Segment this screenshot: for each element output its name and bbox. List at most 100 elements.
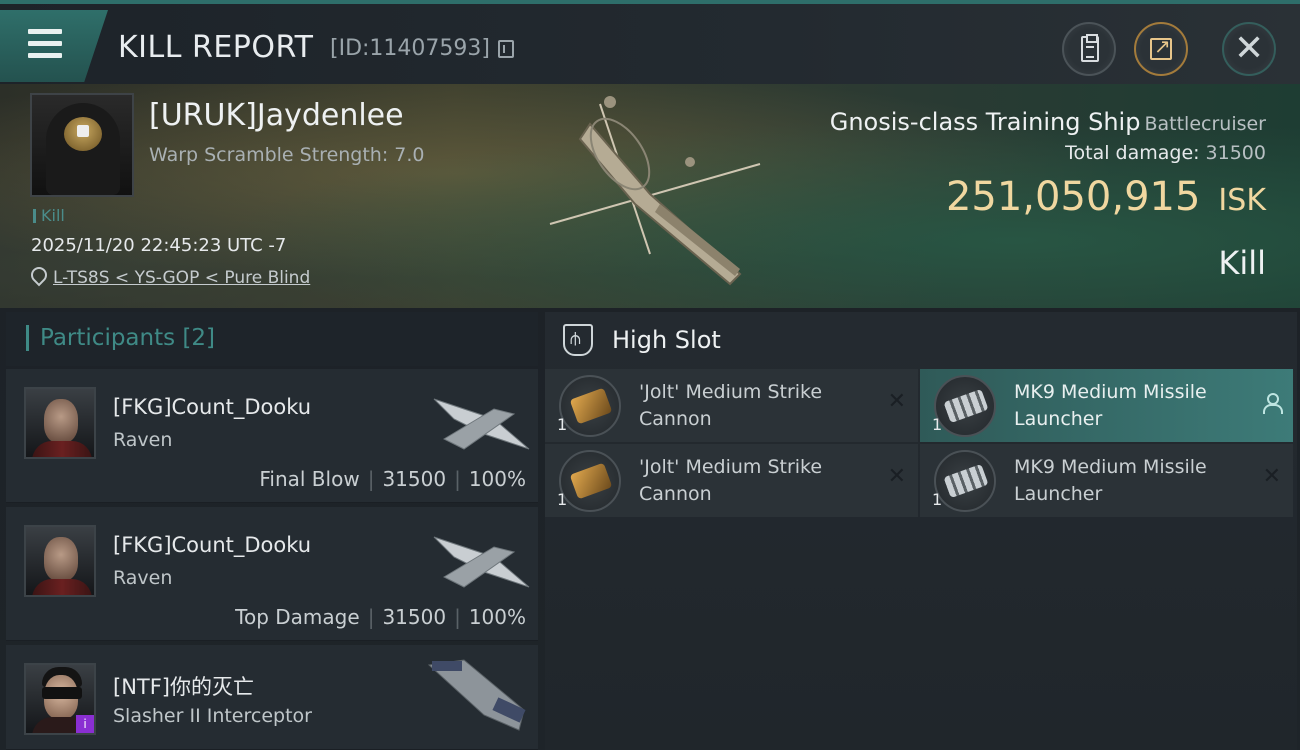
kill-report-screen: KILL REPORT [ID:11407593] ✕ [URUK]Jayden…	[0, 0, 1300, 750]
participant-percent: 100%	[468, 467, 526, 491]
victim-name[interactable]: [URUK]Jaydenlee	[149, 98, 404, 133]
participant-role: Top Damage	[235, 605, 360, 629]
total-damage: Total damage: 31500	[1065, 142, 1266, 164]
portrait-eye	[77, 125, 89, 137]
launcher-shape	[943, 388, 989, 424]
participant-row[interactable]: [FKG]Count_Dooku Raven Final Blow | 31500 |…	[6, 369, 538, 503]
victim-banner: [URUK]Jaydenlee Warp Scramble Strength: …	[0, 84, 1300, 308]
high-slot-header: High Slot	[545, 312, 1297, 368]
avatar	[24, 387, 96, 459]
cannon-icon	[559, 375, 621, 437]
participant-percent: 100%	[468, 605, 526, 629]
module-quantity: 1	[932, 490, 943, 509]
total-damage-label: Total damage:	[1065, 142, 1200, 164]
high-slot-icon	[563, 324, 593, 356]
module-name: MK9 Medium Missile Launcher	[1014, 456, 1207, 505]
participants-title-text: Participants	[40, 325, 176, 351]
avatar-face	[44, 537, 78, 581]
clipboard-icon	[1081, 34, 1099, 62]
participant-stats: Top Damage | 31500 | 100%	[235, 605, 526, 629]
victim-ship-image[interactable]	[540, 84, 780, 308]
avatar-collar	[32, 579, 92, 595]
total-damage-value: 31500	[1205, 142, 1266, 164]
participant-ship-image	[433, 536, 530, 588]
menu-button[interactable]	[0, 10, 108, 82]
participant-ship: Slasher II Interceptor	[113, 705, 312, 727]
cannon-shape	[569, 387, 613, 425]
stats-divider: |	[454, 467, 461, 491]
participant-stats: Final Blow | 31500 | 100%	[259, 467, 526, 491]
missile-launcher-icon	[934, 450, 996, 512]
participant-name: [FKG]Count_Dooku	[113, 533, 312, 557]
isk-value: 251,050,915 ISK	[946, 174, 1266, 220]
avatar-collar	[32, 441, 92, 457]
stats-divider: |	[367, 605, 375, 629]
info-badge: i	[76, 715, 94, 733]
high-slot-title: High Slot	[612, 326, 721, 354]
module-quantity: 1	[557, 490, 568, 509]
report-id: [ID:11407593]	[330, 36, 490, 61]
top-bar: KILL REPORT [ID:11407593] ✕	[0, 0, 1300, 84]
participants-accent	[26, 325, 29, 351]
participant-damage: 31500	[382, 605, 447, 629]
module-item[interactable]: 1 MK9 Medium Missile Launcher ✕	[920, 444, 1293, 517]
close-button[interactable]: ✕	[1222, 22, 1276, 76]
destroyed-icon: ✕	[1262, 464, 1281, 489]
launcher-shape	[943, 463, 989, 499]
high-slot-panel: High Slot 1 'Jolt' Medium Strike Cannon …	[545, 312, 1297, 750]
clipboard-button[interactable]	[1062, 22, 1116, 76]
avatar-visor	[42, 687, 82, 699]
share-button[interactable]	[1134, 22, 1188, 76]
victim-ship-name[interactable]: Gnosis-class Training Ship Battlecruiser	[830, 108, 1266, 136]
page-title: KILL REPORT	[118, 30, 314, 65]
isk-amount: 251,050,915	[945, 174, 1201, 220]
ship-class: Battlecruiser	[1144, 113, 1266, 135]
cannon-icon	[559, 450, 621, 512]
module-quantity: 1	[557, 415, 568, 434]
menu-icon-bar	[28, 41, 62, 46]
isk-unit: ISK	[1218, 183, 1266, 218]
destroyed-icon: ✕	[887, 464, 906, 489]
module-name: MK9 Medium Missile Launcher	[1014, 381, 1207, 430]
victim-portrait[interactable]	[30, 93, 134, 197]
participants-panel: Participants [2] [FKG]Count_Dooku Raven …	[6, 312, 538, 750]
module-name: 'Jolt' Medium Strike Cannon	[639, 456, 823, 505]
participant-ship-image	[433, 398, 530, 450]
avatar: i	[24, 663, 96, 735]
stats-divider: |	[454, 605, 461, 629]
ship-name-text: Gnosis-class Training Ship	[829, 108, 1141, 136]
module-item[interactable]: 1 MK9 Medium Missile Launcher	[920, 369, 1293, 442]
stats-divider: |	[367, 467, 375, 491]
person-icon	[1263, 393, 1283, 414]
participant-name: [FKG]Count_Dooku	[113, 395, 312, 419]
participants-header: Participants [2]	[6, 312, 538, 366]
module-item[interactable]: 1 'Jolt' Medium Strike Cannon ✕	[545, 369, 918, 442]
missile-launcher-icon	[934, 375, 996, 437]
copy-icon[interactable]	[498, 40, 514, 58]
kill-result: Kill	[1218, 244, 1266, 282]
module-name: 'Jolt' Medium Strike Cannon	[639, 381, 823, 430]
participant-damage: 31500	[382, 467, 447, 491]
close-icon: ✕	[1234, 28, 1265, 69]
cannon-shape	[569, 462, 613, 500]
participant-role: Final Blow	[259, 467, 360, 491]
module-item[interactable]: 1 'Jolt' Medium Strike Cannon ✕	[545, 444, 918, 517]
participant-ship: Raven	[113, 429, 173, 451]
participant-name: [NTF]你的灭亡	[113, 675, 255, 699]
participant-ship: Raven	[113, 567, 173, 589]
kill-tag: Kill	[33, 206, 65, 225]
participant-row[interactable]: [FKG]Count_Dooku Raven Top Damage | 31500 |…	[6, 507, 538, 641]
kill-datetime: 2025/11/20 22:45:23 UTC -7	[31, 235, 287, 256]
location-pin-icon	[31, 267, 45, 285]
avatar	[24, 525, 96, 597]
participant-ship-image	[427, 659, 526, 731]
participant-row[interactable]: i [NTF]你的灭亡 Slasher II Interceptor	[6, 645, 538, 750]
participants-title: Participants [2]	[40, 325, 215, 351]
warp-scramble-strength: Warp Scramble Strength: 7.0	[149, 144, 425, 166]
avatar-face	[44, 399, 78, 443]
participants-count: [2]	[182, 325, 216, 351]
location-link[interactable]: L-TS8S < YS-GOP < Pure Blind	[53, 268, 310, 288]
menu-icon-bar	[28, 53, 62, 58]
menu-icon	[28, 29, 62, 34]
share-icon	[1150, 34, 1172, 60]
